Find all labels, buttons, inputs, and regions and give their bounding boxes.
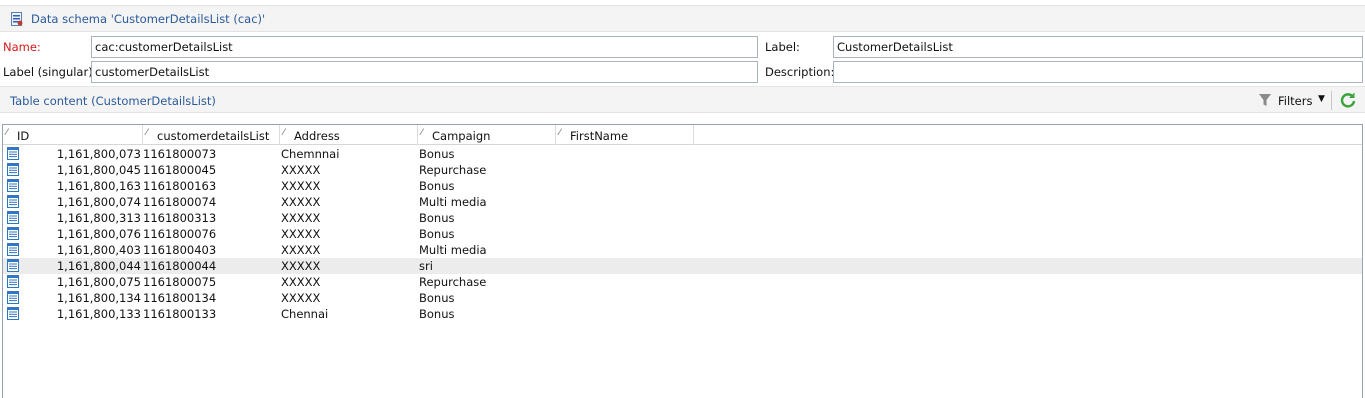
cell-campaign: Multi media <box>419 195 487 209</box>
singular-label: Label (singular): <box>3 65 97 79</box>
page-title: Data schema 'CustomerDetailsList (cac)' <box>31 12 266 26</box>
cell-campaign: Bonus <box>419 211 455 225</box>
column-header-campaign[interactable]: ⁄ Campaign <box>418 125 556 145</box>
cell-customerdetailslist: 1161800074 <box>143 195 217 209</box>
cell-customerdetailslist: 1161800045 <box>143 163 217 177</box>
cell-id: 1,161,800,073 <box>56 147 141 161</box>
cell-customerdetailslist: 1161800133 <box>143 307 217 321</box>
cell-address: XXXXX <box>281 227 321 241</box>
cell-campaign: Bonus <box>419 179 455 193</box>
cell-address: XXXXX <box>281 243 321 257</box>
cell-address: XXXXX <box>281 211 321 225</box>
description-label: Description: <box>765 65 835 79</box>
cell-customerdetailslist: 1161800044 <box>143 259 217 273</box>
sort-icon: ⁄ <box>283 128 285 138</box>
cell-campaign: Bonus <box>419 227 455 241</box>
cell-customerdetailslist: 1161800313 <box>143 211 217 225</box>
record-icon <box>7 307 19 320</box>
grid-header: ⁄ ID ⁄ customerdetailsList ⁄ Address ⁄ C… <box>3 125 1362 145</box>
record-icon <box>7 163 19 176</box>
column-header-address[interactable]: ⁄ Address <box>280 125 418 145</box>
record-icon <box>7 243 19 256</box>
sort-icon: ⁄ <box>421 128 423 138</box>
cell-customerdetailslist: 1161800134 <box>143 291 217 305</box>
cell-address: Chennai <box>281 307 329 321</box>
cell-campaign: Bonus <box>419 307 455 321</box>
column-header-customerdetailslist[interactable]: ⁄ customerdetailsList <box>143 125 280 145</box>
data-grid: ⁄ ID ⁄ customerdetailsList ⁄ Address ⁄ C… <box>2 124 1363 398</box>
cell-campaign: Bonus <box>419 147 455 161</box>
cell-campaign: Repurchase <box>419 163 487 177</box>
cell-campaign: Repurchase <box>419 275 487 289</box>
toolbar-divider <box>1331 91 1332 110</box>
label-singular-field[interactable]: customerDetailsList <box>91 61 758 83</box>
table-row[interactable]: 1,161,800,044 1161800044 XXXXX sri <box>3 258 1362 274</box>
cell-id: 1,161,800,403 <box>56 243 141 257</box>
chevron-down-icon: ▼ <box>1318 94 1325 104</box>
name-label: Name: <box>3 40 41 54</box>
record-icon <box>7 147 19 160</box>
cell-customerdetailslist: 1161800075 <box>143 275 217 289</box>
table-content-toolbar: Table content (CustomerDetailsList) Filt… <box>0 86 1365 113</box>
cell-id: 1,161,800,076 <box>56 227 141 241</box>
label-field[interactable]: CustomerDetailsList <box>833 36 1363 58</box>
refresh-icon[interactable] <box>1340 91 1356 109</box>
table-row[interactable]: 1,161,800,403 1161800403 XXXXX Multi media <box>3 242 1362 258</box>
record-icon <box>7 227 19 240</box>
cell-id: 1,161,800,133 <box>56 307 141 321</box>
column-header-firstname[interactable]: ⁄ FirstName <box>556 125 694 145</box>
table-row[interactable]: 1,161,800,076 1161800076 XXXXX Bonus <box>3 226 1362 242</box>
schema-document-icon <box>11 12 23 26</box>
description-field[interactable] <box>833 61 1363 83</box>
sort-icon: ⁄ <box>6 128 8 138</box>
sort-icon: ⁄ <box>146 128 148 138</box>
table-row[interactable]: 1,161,800,133 1161800133 Chennai Bonus <box>3 306 1362 322</box>
cell-id: 1,161,800,044 <box>56 259 141 273</box>
funnel-icon <box>1259 94 1271 106</box>
filters-button[interactable]: Filters ▼ <box>1258 92 1330 110</box>
table-row[interactable]: 1,161,800,073 1161800073 Chemnnai Bonus <box>3 146 1362 162</box>
cell-campaign: sri <box>419 259 433 273</box>
record-icon <box>7 275 19 288</box>
cell-address: XXXXX <box>281 163 321 177</box>
sort-icon: ⁄ <box>559 128 561 138</box>
table-row[interactable]: 1,161,800,074 1161800074 XXXXX Multi media <box>3 194 1362 210</box>
name-field[interactable]: cac:customerDetailsList <box>91 36 758 58</box>
cell-campaign: Multi media <box>419 243 487 257</box>
cell-address: XXXXX <box>281 259 321 273</box>
cell-address: Chemnnai <box>281 147 340 161</box>
table-row[interactable]: 1,161,800,313 1161800313 XXXXX Bonus <box>3 210 1362 226</box>
filters-label: Filters <box>1278 94 1313 108</box>
cell-address: XXXXX <box>281 275 321 289</box>
cell-id: 1,161,800,134 <box>56 291 141 305</box>
cell-id: 1,161,800,074 <box>56 195 141 209</box>
cell-id: 1,161,800,075 <box>56 275 141 289</box>
record-icon <box>7 259 19 272</box>
cell-address: XXXXX <box>281 195 321 209</box>
section-title: Table content (CustomerDetailsList) <box>10 94 216 108</box>
cell-address: XXXXX <box>281 179 321 193</box>
cell-customerdetailslist: 1161800073 <box>143 147 217 161</box>
table-row[interactable]: 1,161,800,045 1161800045 XXXXX Repurchase <box>3 162 1362 178</box>
label-label: Label: <box>765 40 800 54</box>
cell-id: 1,161,800,313 <box>56 211 141 225</box>
cell-campaign: Bonus <box>419 291 455 305</box>
table-row[interactable]: 1,161,800,075 1161800075 XXXXX Repurchase <box>3 274 1362 290</box>
cell-id: 1,161,800,045 <box>56 163 141 177</box>
cell-address: XXXXX <box>281 291 321 305</box>
table-row[interactable]: 1,161,800,134 1161800134 XXXXX Bonus <box>3 290 1362 306</box>
cell-customerdetailslist: 1161800076 <box>143 227 217 241</box>
cell-customerdetailslist: 1161800163 <box>143 179 217 193</box>
table-row[interactable]: 1,161,800,163 1161800163 XXXXX Bonus <box>3 178 1362 194</box>
record-icon <box>7 211 19 224</box>
column-header-id[interactable]: ⁄ ID <box>3 125 143 145</box>
record-icon <box>7 179 19 192</box>
cell-id: 1,161,800,163 <box>56 179 141 193</box>
record-icon <box>7 195 19 208</box>
cell-customerdetailslist: 1161800403 <box>143 243 217 257</box>
record-icon <box>7 291 19 304</box>
window-title-bar: Data schema 'CustomerDetailsList (cac)' <box>0 5 1365 32</box>
